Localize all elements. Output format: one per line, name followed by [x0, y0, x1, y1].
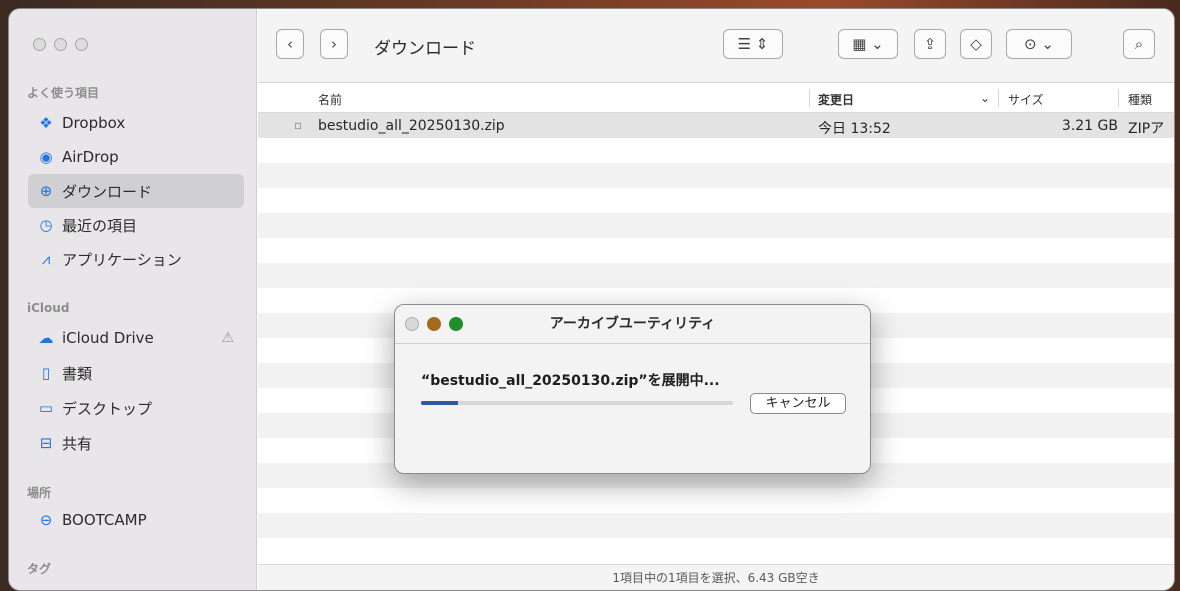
empty-row [258, 138, 1174, 163]
warning-icon: ⚠ [221, 330, 234, 346]
applications-icon: ⩘ [41, 250, 51, 268]
sidebar-item-applications[interactable]: ⩘ アプリケーション [28, 242, 244, 276]
column-name[interactable]: 名前 [318, 91, 342, 108]
share-icon: ⇪ [923, 35, 937, 53]
more-actions-button[interactable]: ⊙ ⌄ [1006, 29, 1072, 59]
sort-chevron-icon[interactable]: ⌄ [980, 91, 990, 105]
sidebar-item-downloads[interactable]: ⊕ ダウンロード [28, 174, 244, 208]
column-kind[interactable]: 種類 [1128, 91, 1152, 108]
empty-row [258, 538, 1174, 563]
dialog-message: “bestudio_all_20250130.zip”を展開中... [421, 373, 720, 389]
status-bar: 1項目中の1項目を選択、6.43 GB空き [258, 564, 1174, 590]
empty-row [258, 263, 1174, 288]
sidebar-item-desktop[interactable]: ▭ デスクトップ [28, 391, 244, 425]
sidebar-item-label: アプリケーション [62, 250, 182, 269]
tag-icon: ◇ [970, 35, 982, 53]
sidebar-item-icloud-drive[interactable]: ☁ iCloud Drive ⚠ [28, 321, 244, 355]
empty-row [258, 488, 1174, 513]
empty-row [258, 238, 1174, 263]
grid-group-icon: ▦ ⌄ [852, 35, 884, 53]
sidebar-item-label: 書類 [62, 364, 93, 383]
view-mode-button[interactable]: ☰ ⇕ [723, 29, 783, 59]
column-separator [998, 89, 999, 107]
sidebar-item-label: ダウンロード [62, 182, 153, 201]
file-name: bestudio_all_20250130.zip [318, 118, 505, 134]
column-modified[interactable]: 変更日 [818, 91, 854, 108]
dropbox-icon: ❖ [39, 114, 53, 132]
sidebar-item-airdrop[interactable]: ◉ AirDrop [28, 140, 244, 174]
archive-utility-dialog: アーカイブユーティリティ “bestudio_all_20250130.zip”… [394, 304, 871, 474]
extraction-progress-bar [421, 401, 733, 405]
empty-row [258, 188, 1174, 213]
window-controls [33, 38, 88, 51]
column-separator [809, 89, 810, 107]
sidebar-item-shared[interactable]: ⊟ 共有 [28, 426, 244, 460]
search-icon: ⌕ [1134, 35, 1144, 53]
column-separator [1118, 89, 1119, 107]
empty-row [258, 513, 1174, 538]
sidebar-item-label: Dropbox [62, 114, 126, 132]
window-title: ダウンロード [374, 39, 476, 59]
empty-row [258, 213, 1174, 238]
file-modified: 今日 13:52 [818, 121, 891, 137]
search-button[interactable]: ⌕ [1123, 29, 1155, 59]
sidebar-section-icloud: iCloud [27, 301, 70, 315]
back-button[interactable]: ‹ [276, 29, 304, 59]
chevron-right-icon: › [331, 35, 337, 53]
group-button[interactable]: ▦ ⌄ [838, 29, 898, 59]
desktop-icon: ▭ [38, 399, 54, 417]
dialog-divider [395, 343, 870, 344]
sidebar-item-recents[interactable]: ◷ 最近の項目 [28, 208, 244, 242]
more-icon: ⊙ ⌄ [1024, 35, 1054, 53]
download-icon: ⊕ [39, 182, 53, 200]
zoom-button[interactable] [75, 38, 88, 51]
sidebar-item-bootcamp[interactable]: ⊖ BOOTCAMP [28, 503, 244, 537]
cloud-icon: ☁ [38, 329, 54, 347]
close-button[interactable] [33, 38, 46, 51]
list-view-icon: ☰ ⇕ [737, 35, 769, 53]
finder-window: よく使う項目 ❖ Dropbox ◉ AirDrop ⊕ ダウンロード ◷ 最近… [8, 8, 1175, 591]
sidebar-section-tags: タグ [27, 562, 52, 576]
sidebar-item-label: 最近の項目 [62, 216, 138, 235]
document-icon: ▯ [41, 364, 51, 382]
forward-button[interactable]: › [320, 29, 348, 59]
column-header: 名前 変更日 ⌄ サイズ 種類 [258, 83, 1174, 113]
sidebar-item-documents[interactable]: ▯ 書類 [28, 356, 244, 390]
sidebar-item-label: 共有 [62, 434, 93, 453]
clock-icon: ◷ [39, 216, 53, 234]
file-icon: ▫ [294, 118, 303, 132]
progress-fill [421, 401, 459, 405]
sidebar-item-label: BOOTCAMP [62, 511, 147, 529]
sidebar-item-label: AirDrop [62, 148, 119, 166]
toolbar: ‹ › ダウンロード ☰ ⇕ ▦ ⌄ ⇪ ◇ ⊙ ⌄ ⌕ [258, 9, 1174, 83]
tag-button[interactable]: ◇ [960, 29, 992, 59]
dialog-title: アーカイブユーティリティ [549, 316, 716, 332]
sidebar-item-label: iCloud Drive [62, 329, 154, 347]
drive-icon: ⊖ [39, 511, 53, 529]
sidebar-item-label: デスクトップ [62, 399, 153, 418]
airdrop-icon: ◉ [39, 148, 53, 166]
file-size: 3.21 GB [1061, 118, 1118, 134]
minimize-button[interactable] [54, 38, 67, 51]
shared-folder-icon: ⊟ [39, 434, 53, 452]
sidebar: よく使う項目 ❖ Dropbox ◉ AirDrop ⊕ ダウンロード ◷ 最近… [9, 9, 257, 590]
sidebar-section-favorites: よく使う項目 [27, 86, 100, 100]
sidebar-section-locations: 場所 [27, 486, 52, 500]
empty-row [258, 163, 1174, 188]
column-size[interactable]: サイズ [1008, 91, 1044, 108]
cancel-button[interactable]: キャンセル [750, 393, 846, 414]
table-row[interactable]: ▫ bestudio_all_20250130.zip 今日 13:52 3.2… [258, 113, 1174, 157]
chevron-left-icon: ‹ [287, 35, 293, 53]
sidebar-item-dropbox[interactable]: ❖ Dropbox [28, 106, 244, 140]
share-button[interactable]: ⇪ [914, 29, 946, 59]
